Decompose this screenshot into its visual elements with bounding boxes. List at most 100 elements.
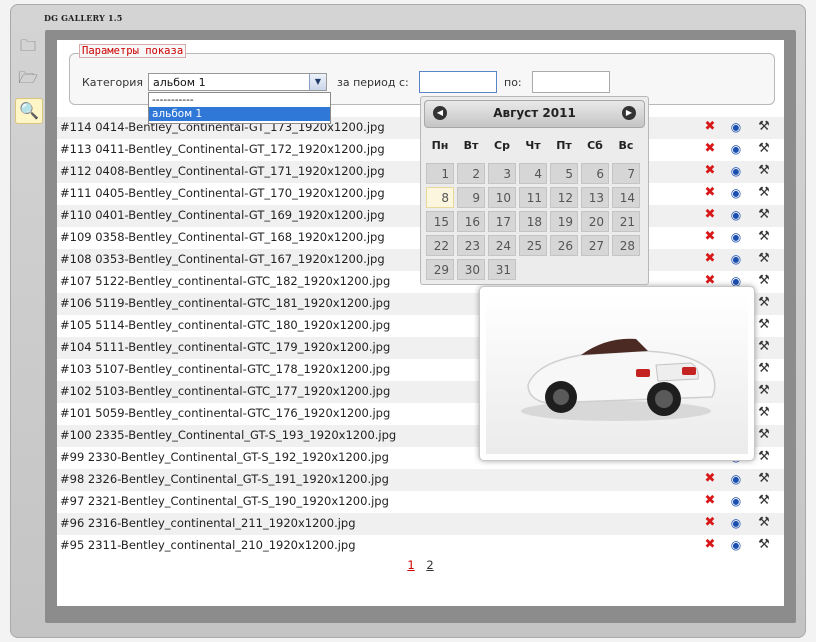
file-name[interactable]: #100 2335-Bentley_Continental_GT-S_193_1… [60, 428, 396, 442]
page-link[interactable]: 2 [426, 558, 433, 572]
tools-icon[interactable]: ⚒ [756, 427, 772, 443]
calendar-day[interactable]: 8 [426, 187, 454, 208]
tools-icon[interactable]: ⚒ [756, 273, 772, 289]
date-to-input[interactable] [532, 71, 610, 93]
calendar-day[interactable]: 31 [488, 259, 516, 280]
delete-x-icon[interactable]: ✖ [702, 163, 718, 179]
file-name[interactable]: #108 0353-Bentley_Continental-GT_167_192… [60, 252, 385, 266]
calendar-day[interactable]: 12 [550, 187, 578, 208]
file-name[interactable]: #106 5119-Bentley_continental-GTC_181_19… [60, 296, 390, 310]
tools-icon[interactable]: ⚒ [756, 295, 772, 311]
page-link-current[interactable]: 1 [407, 558, 414, 572]
calendar-day[interactable]: 14 [612, 187, 640, 208]
calendar-day[interactable]: 13 [581, 187, 609, 208]
file-name[interactable]: #112 0408-Bentley_Continental-GT_171_192… [60, 164, 385, 178]
tools-icon[interactable]: ⚒ [756, 471, 772, 487]
calendar-day[interactable]: 1 [426, 163, 454, 184]
eye-icon[interactable]: ◉ [728, 537, 744, 553]
delete-x-icon[interactable]: ✖ [702, 251, 718, 267]
calendar-day[interactable]: 9 [457, 187, 485, 208]
eye-icon[interactable]: ◉ [728, 471, 744, 487]
calendar-day[interactable]: 2 [457, 163, 485, 184]
calendar-day[interactable]: 20 [581, 211, 609, 232]
delete-x-icon[interactable]: ✖ [702, 141, 718, 157]
tools-icon[interactable]: ⚒ [756, 515, 772, 531]
tools-icon[interactable]: ⚒ [756, 141, 772, 157]
tools-icon[interactable]: ⚒ [756, 185, 772, 201]
eye-icon[interactable]: ◉ [728, 163, 744, 179]
chevron-down-icon[interactable]: ▼ [309, 74, 326, 90]
calendar-day[interactable]: 25 [519, 235, 547, 256]
next-month-icon[interactable]: ▶ [622, 106, 636, 120]
file-name[interactable]: #103 5107-Bentley_continental-GTC_178_19… [60, 362, 390, 376]
tools-icon[interactable]: ⚒ [756, 229, 772, 245]
calendar-day[interactable]: 6 [581, 163, 609, 184]
delete-x-icon[interactable]: ✖ [702, 515, 718, 531]
tools-icon[interactable]: ⚒ [756, 493, 772, 509]
delete-x-icon[interactable]: ✖ [702, 537, 718, 553]
calendar-day[interactable]: 30 [457, 259, 485, 280]
file-name[interactable]: #107 5122-Bentley_continental-GTC_182_19… [60, 274, 390, 288]
eye-icon[interactable]: ◉ [728, 207, 744, 223]
delete-x-icon[interactable]: ✖ [702, 471, 718, 487]
eye-icon[interactable]: ◉ [728, 185, 744, 201]
delete-x-icon[interactable]: ✖ [702, 207, 718, 223]
calendar-day[interactable]: 29 [426, 259, 454, 280]
calendar-day[interactable]: 23 [457, 235, 485, 256]
calendar-day[interactable]: 18 [519, 211, 547, 232]
tools-icon[interactable]: ⚒ [756, 383, 772, 399]
file-name[interactable]: #97 2321-Bentley_Continental_GT-S_190_19… [60, 494, 389, 508]
calendar-day[interactable]: 7 [612, 163, 640, 184]
calendar-day[interactable]: 22 [426, 235, 454, 256]
delete-x-icon[interactable]: ✖ [702, 185, 718, 201]
tools-icon[interactable]: ⚒ [756, 405, 772, 421]
calendar-day[interactable]: 5 [550, 163, 578, 184]
file-name[interactable]: #110 0401-Bentley_Continental-GT_169_192… [60, 208, 385, 222]
eye-icon[interactable]: ◉ [728, 141, 744, 157]
category-select[interactable]: альбом 1 ▼ [148, 73, 327, 91]
calendar-day[interactable]: 3 [488, 163, 516, 184]
tools-icon[interactable]: ⚒ [756, 537, 772, 553]
eye-icon[interactable]: ◉ [728, 515, 744, 531]
eye-icon[interactable]: ◉ [728, 251, 744, 267]
tools-icon[interactable]: ⚒ [756, 119, 772, 135]
eye-icon[interactable]: ◉ [728, 493, 744, 509]
calendar-day[interactable]: 27 [581, 235, 609, 256]
calendar-day[interactable]: 24 [488, 235, 516, 256]
calendar-day[interactable]: 21 [612, 211, 640, 232]
file-name[interactable]: #102 5103-Bentley_continental-GTC_177_19… [60, 384, 390, 398]
category-dropdown[interactable]: ----------- альбом 1 [148, 92, 331, 124]
tools-icon[interactable]: ⚒ [756, 207, 772, 223]
tools-icon[interactable]: ⚒ [756, 163, 772, 179]
calendar-day[interactable]: 10 [488, 187, 516, 208]
calendar-day[interactable]: 15 [426, 211, 454, 232]
add-album-icon[interactable]: 🗁 [15, 66, 41, 90]
file-name[interactable]: #109 0358-Bentley_Continental-GT_168_192… [60, 230, 385, 244]
search-photos-icon[interactable]: 🔍 [15, 98, 43, 124]
file-name[interactable]: #101 5059-Bentley_continental-GTC_176_19… [60, 406, 390, 420]
file-name[interactable]: #99 2330-Bentley_Continental_GT-S_192_19… [60, 450, 389, 464]
dropdown-option[interactable]: ----------- [149, 93, 330, 107]
delete-x-icon[interactable]: ✖ [702, 229, 718, 245]
tools-icon[interactable]: ⚒ [756, 251, 772, 267]
albums-icon[interactable]: 🗀 [15, 34, 41, 58]
calendar-day[interactable]: 26 [550, 235, 578, 256]
tools-icon[interactable]: ⚒ [756, 361, 772, 377]
file-name[interactable]: #111 0405-Bentley_Continental-GT_170_192… [60, 186, 385, 200]
dropdown-option-selected[interactable]: альбом 1 [149, 107, 330, 121]
tools-icon[interactable]: ⚒ [756, 339, 772, 355]
file-name[interactable]: #105 5114-Bentley_continental-GTC_180_19… [60, 318, 390, 332]
eye-icon[interactable]: ◉ [728, 229, 744, 245]
delete-x-icon[interactable]: ✖ [702, 493, 718, 509]
tools-icon[interactable]: ⚒ [756, 317, 772, 333]
calendar-day[interactable]: 4 [519, 163, 547, 184]
file-name[interactable]: #96 2316-Bentley_continental_211_1920x12… [60, 516, 356, 530]
calendar-day[interactable]: 11 [519, 187, 547, 208]
tools-icon[interactable]: ⚒ [756, 449, 772, 465]
date-from-input[interactable] [419, 71, 497, 93]
calendar-day[interactable]: 17 [488, 211, 516, 232]
calendar-day[interactable]: 28 [612, 235, 640, 256]
calendar-day[interactable]: 19 [550, 211, 578, 232]
file-name[interactable]: #104 5111-Bentley_continental-GTC_179_19… [60, 340, 390, 354]
file-name[interactable]: #113 0411-Bentley_Continental-GT_172_192… [60, 142, 385, 156]
